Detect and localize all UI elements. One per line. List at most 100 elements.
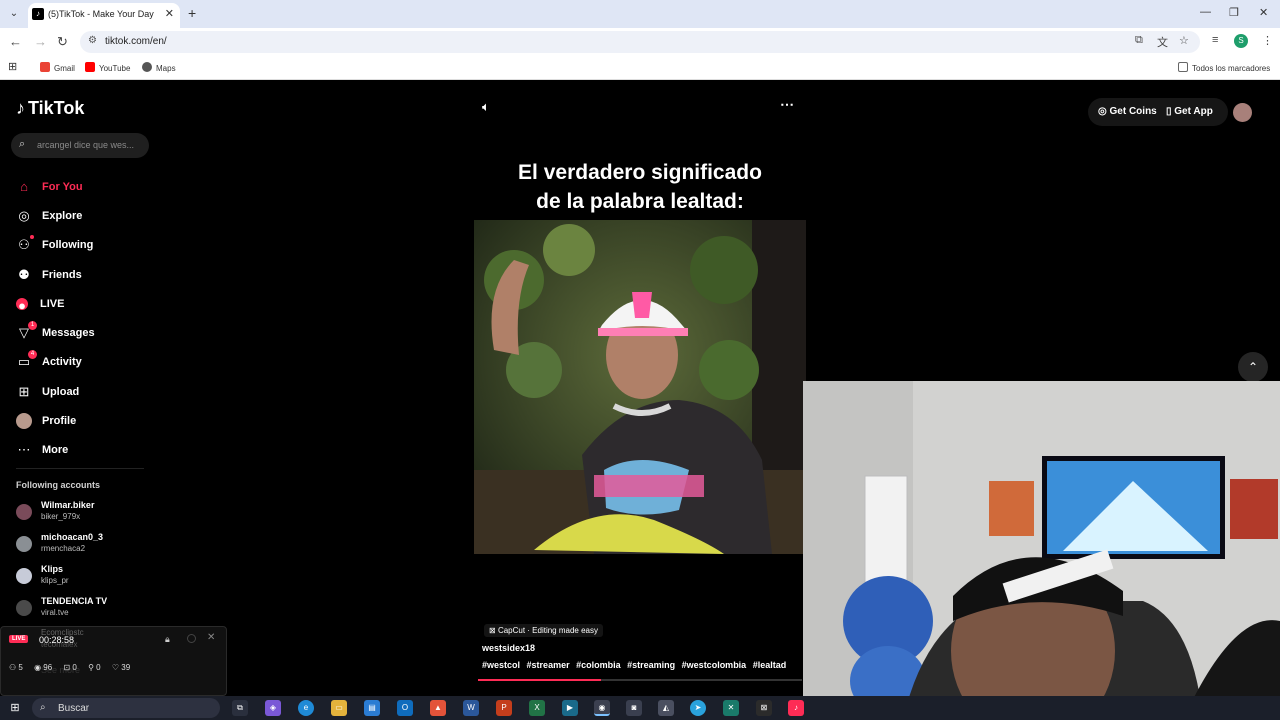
more-options-icon[interactable]: ⋯ — [780, 96, 794, 113]
tab-search-chevron-icon[interactable]: ⌄ — [6, 6, 22, 22]
hashtag-link[interactable]: #streamer — [527, 660, 570, 670]
all-bookmarks[interactable]: Todos los marcadores — [1178, 62, 1270, 73]
copilot-icon[interactable]: ◈ — [265, 700, 281, 716]
header-actions: ◎ Get Coins ▯ Get App — [1088, 98, 1228, 126]
all-bookmarks-label: Todos los marcadores — [1192, 64, 1271, 73]
sidebar-item-more[interactable]: ⋯ More — [16, 436, 95, 465]
volume-icon[interactable]: 🔈︎ — [482, 99, 490, 115]
tiktok-logo[interactable]: ♪ TikTok — [16, 98, 84, 119]
hashtag-link[interactable]: #westcolombia — [682, 660, 747, 670]
video-player[interactable]: 🔈︎ ⋯ El verdadero significado de la pala… — [474, 80, 806, 686]
capcut-icon[interactable]: ⊠ — [756, 700, 772, 716]
video-author[interactable]: westsidex18 — [482, 643, 535, 653]
taskbar-search[interactable]: ⌕ Buscar — [32, 698, 220, 718]
account-handle: klips_pr — [41, 576, 69, 585]
minimize-icon[interactable]: — — [1200, 6, 1211, 18]
sidebar-item-explore[interactable]: ◎ Explore — [16, 201, 95, 230]
sidebar-item-profile[interactable]: Profile — [16, 406, 95, 435]
hashtag-link[interactable]: #colombia — [576, 660, 621, 670]
likes-stat: ♡ 39 — [111, 663, 131, 672]
outlook-icon[interactable]: O — [397, 700, 413, 716]
file-explorer-icon[interactable]: ▭ — [331, 700, 347, 716]
friends-icon: ⚉ — [18, 266, 30, 282]
bookmark-star-icon[interactable]: ☆ — [1179, 34, 1189, 47]
windows-start-icon[interactable]: ⊞ — [8, 701, 22, 715]
browser-toolbar: ← → ↻ ⚙ tiktok.com/en/ ⧉ 文 ☆ ≡ S ⋮ — [0, 28, 1280, 56]
following-account[interactable]: Wilmar.biker biker_979x — [16, 500, 166, 528]
edge-icon[interactable]: e — [298, 700, 314, 716]
hashtag-link[interactable]: #westcol — [482, 660, 520, 670]
close-tab-icon[interactable]: ✕ — [165, 7, 174, 20]
word-icon[interactable]: W — [463, 700, 479, 716]
back-icon[interactable]: ← — [9, 34, 22, 49]
followers-count: 0 — [96, 663, 101, 672]
reload-icon[interactable]: ↻ — [57, 34, 68, 50]
app-x-icon[interactable]: ✕ — [723, 700, 739, 716]
powerpoint-icon[interactable]: P — [496, 700, 512, 716]
restore-icon[interactable]: ❐ — [1229, 6, 1239, 19]
sidebar-item-activity[interactable]: ▭ 4 Activity — [16, 348, 95, 377]
apps-grid-icon[interactable]: ⊞ — [8, 60, 17, 73]
nav-label: Activity — [42, 356, 82, 369]
address-bar[interactable]: ⚙ tiktok.com/en/ — [80, 31, 1200, 53]
editor-icon[interactable]: ◭ — [658, 700, 674, 716]
search-input[interactable]: ⌕ arcangel dice que wes... — [11, 133, 149, 158]
search-icon: ⌕ — [19, 138, 26, 150]
store-icon[interactable]: ▤ — [364, 700, 380, 716]
live-stream-widget[interactable]: Ecomclipstc tecomalex LIVE 00:28:58 🔒︎ ✕… — [0, 626, 227, 696]
bookmark-label: YouTube — [99, 64, 131, 73]
new-tab-icon[interactable]: + — [188, 5, 196, 21]
video-hashtags: #westcol #streamer #colombia #streaming … — [482, 660, 790, 670]
close-window-icon[interactable]: ✕ — [1259, 6, 1268, 19]
tiktok-icon[interactable]: ♪ — [788, 700, 804, 716]
translate-icon[interactable]: 文 — [1157, 34, 1168, 50]
following-account[interactable]: michoacan0_3 rmenchaca2 — [16, 532, 166, 560]
profile-avatar[interactable]: S — [1234, 34, 1248, 48]
capcut-icon: ⊠ — [489, 626, 498, 635]
lock-icon[interactable]: 🔒︎ — [165, 634, 170, 645]
telegram-icon[interactable]: ➤ — [690, 700, 706, 716]
browser-tab[interactable]: ♪ (5)TikTok - Make Your Day ✕ — [28, 3, 180, 28]
camera-icon[interactable]: ◙ — [626, 700, 642, 716]
account-handle: viral.tve — [41, 608, 69, 617]
sidebar-item-for-you[interactable]: ⌂ For You — [16, 172, 95, 201]
bookmark-youtube[interactable]: YouTube — [85, 62, 130, 73]
sidebar-item-messages[interactable]: ▽ 1 Messages — [16, 318, 95, 347]
sidebar-item-friends[interactable]: ⚉ Friends — [16, 260, 95, 289]
forward-icon[interactable]: → — [34, 34, 47, 49]
gifts-count: 0 — [72, 663, 77, 672]
get-app-button[interactable]: ▯ Get App — [1166, 106, 1213, 117]
account-avatar — [16, 536, 32, 552]
sidebar-item-live[interactable]: ● LIVE — [14, 289, 95, 318]
folder-icon — [1178, 62, 1188, 72]
bookmark-gmail[interactable]: Gmail — [40, 62, 75, 73]
chrome-icon[interactable]: ◉ — [594, 700, 610, 716]
following-account[interactable]: Klips klips_pr — [16, 564, 166, 592]
excel-icon[interactable]: X — [529, 700, 545, 716]
activity-icon: ▭ 4 — [16, 350, 37, 370]
app-icon[interactable]: ▶ — [562, 700, 578, 716]
messages-icon: ▽ 1 — [16, 321, 37, 341]
dot-badge — [30, 235, 34, 240]
user-avatar[interactable] — [1233, 103, 1252, 122]
following-account[interactable]: TENDENCIA TV viral.tve — [16, 596, 166, 624]
hashtag-link[interactable]: #lealtad — [753, 660, 787, 670]
cast-icon[interactable]: ⧉ — [1135, 34, 1143, 47]
scroll-up-button[interactable]: ⌃ — [1238, 352, 1268, 382]
brave-icon[interactable]: ▲ — [430, 700, 446, 716]
capcut-anchor[interactable]: ⊠ CapCut · Editing made easy — [484, 624, 603, 637]
media-icon[interactable]: ≡ — [1212, 34, 1218, 46]
sidebar-item-following[interactable]: ⚇ Following — [16, 231, 95, 260]
bookmark-maps[interactable]: Maps — [142, 62, 176, 73]
get-coins-button[interactable]: ◎ Get Coins — [1098, 106, 1157, 117]
task-view-icon[interactable]: ⧉ — [232, 700, 248, 716]
sidebar-item-upload[interactable]: ⊞ Upload — [16, 377, 95, 406]
url-text[interactable]: tiktok.com/en/ — [105, 36, 167, 47]
more-icon: ⋯ — [17, 442, 31, 458]
hashtag-link[interactable]: #streaming — [627, 660, 675, 670]
video-progress-bar[interactable] — [478, 679, 802, 681]
site-info-icon[interactable]: ⚙ — [88, 35, 97, 46]
nav-label: Friends — [42, 268, 82, 281]
menu-kebab-icon[interactable]: ⋮ — [1262, 34, 1273, 47]
close-icon[interactable]: ✕ — [207, 632, 215, 643]
